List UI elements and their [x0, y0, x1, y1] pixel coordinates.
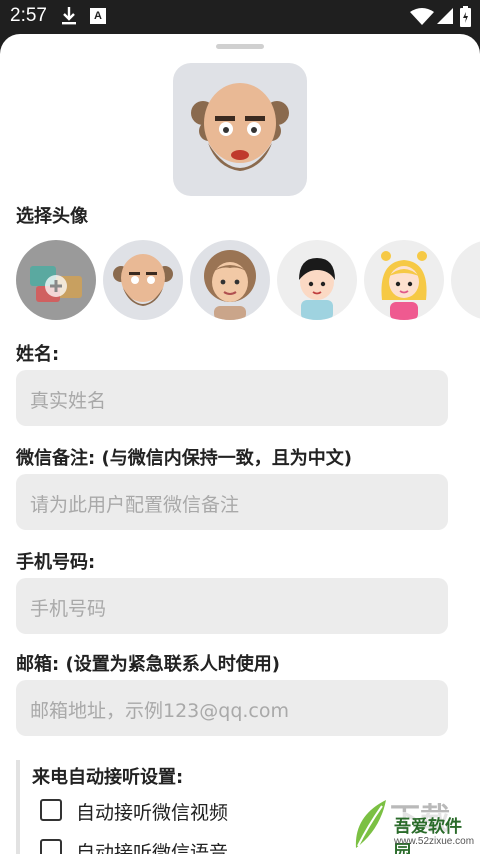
auto-answer-voice-checkbox[interactable]	[40, 839, 62, 854]
name-label: 姓名:	[16, 344, 60, 365]
add-photo-icon	[30, 266, 82, 302]
battery-icon	[460, 6, 471, 27]
watermark-title: 吾爱软件园	[392, 812, 480, 854]
bald-man-avatar-icon	[113, 254, 173, 306]
auto-answer-video-checkbox[interactable]	[40, 799, 62, 821]
accessibility-app-icon: A	[90, 8, 106, 24]
wechat-remark-placeholder: 请为此用户配置微信备注	[30, 494, 240, 516]
avatar-choices	[16, 240, 480, 320]
email-input[interactable]: 邮箱地址，示例123@qq.com	[16, 680, 448, 736]
status-time: 2:57	[10, 5, 47, 26]
avatar-option-more[interactable]	[451, 240, 480, 320]
wechat-remark-input[interactable]: 请为此用户配置微信备注	[16, 474, 448, 530]
avatar-option-girl[interactable]	[364, 240, 444, 320]
name-placeholder: 真实姓名	[30, 390, 107, 412]
avatar-option-bald-man[interactable]	[103, 240, 183, 320]
email-placeholder: 邮箱地址，示例123@qq.com	[30, 700, 290, 722]
auto-answer-voice-label: 自动接听微信语音	[76, 842, 229, 854]
drag-handle[interactable]	[216, 44, 264, 49]
leaf-logo-icon	[355, 800, 386, 848]
watermark-url: www.52zixue.com	[394, 836, 475, 847]
wechat-remark-label: 微信备注: (与微信内保持一致，且为中文)	[16, 448, 352, 469]
status-bar: 2:57 A	[0, 0, 480, 34]
auto-answer-title: 来电自动接听设置:	[32, 767, 184, 788]
choose-avatar-label: 选择头像	[16, 206, 88, 227]
bottom-sheet: 选择头像 姓名: 真实姓名 微信备注: (与微信内保持一致，且为中文) 请为此用…	[0, 34, 480, 854]
wifi-icon	[410, 8, 434, 25]
boy-avatar-icon	[299, 258, 335, 320]
phone-input[interactable]: 手机号码	[16, 578, 448, 634]
phone-placeholder: 手机号码	[30, 598, 107, 620]
auto-answer-video-label: 自动接听微信视频	[76, 802, 229, 824]
avatar-option-boy[interactable]	[277, 240, 357, 320]
bald-man-avatar-icon	[191, 83, 289, 171]
avatar-option-add-photo[interactable]	[16, 240, 96, 320]
signal-icon	[437, 8, 453, 24]
girl-avatar-icon	[381, 251, 427, 320]
email-label: 邮箱: (设置为紧急联系人时使用)	[16, 654, 280, 675]
phone-label: 手机号码:	[16, 552, 96, 573]
watermark: 下载 吾爱软件园 www.52zixue.com	[346, 794, 480, 854]
selected-avatar-preview[interactable]	[173, 63, 307, 196]
download-icon	[62, 7, 76, 25]
name-input[interactable]: 真实姓名	[16, 370, 448, 426]
grandma-avatar-icon	[204, 250, 256, 320]
avatar-option-grandma[interactable]	[190, 240, 270, 320]
